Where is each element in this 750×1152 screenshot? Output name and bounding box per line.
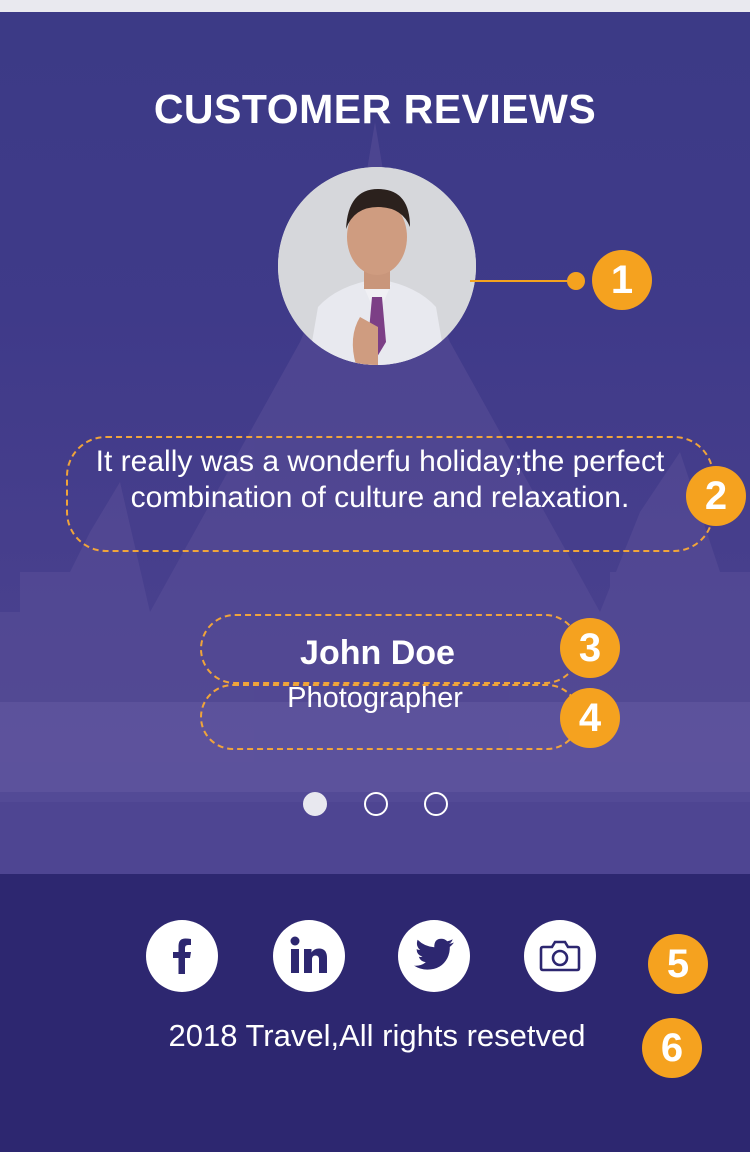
carousel-dot-2[interactable] — [364, 792, 388, 816]
copyright-text: 2018 Travel,All rights resetved — [168, 1018, 586, 1053]
camera-icon — [539, 940, 581, 972]
footer — [0, 874, 750, 1152]
reviewer-name: John Doe — [300, 634, 455, 672]
carousel-dot-3[interactable] — [424, 792, 448, 816]
reviewer-role: Photographer — [287, 682, 463, 714]
instagram-button[interactable] — [524, 920, 596, 992]
twitter-icon — [414, 938, 454, 970]
carousel-dot-1[interactable] — [303, 792, 327, 816]
twitter-button[interactable] — [398, 920, 470, 992]
callout-connector — [470, 280, 576, 282]
callout-badge-5: 5 — [648, 934, 708, 994]
top-divider — [0, 0, 750, 12]
linkedin-button[interactable] — [273, 920, 345, 992]
callout-badge-2: 2 — [686, 466, 746, 526]
review-quote: It really was a wonderfu holiday;the per… — [95, 445, 665, 514]
facebook-button[interactable] — [146, 920, 218, 992]
facebook-icon — [173, 938, 191, 974]
reviewer-avatar — [278, 167, 476, 365]
reviewer-photo — [278, 167, 476, 365]
carousel-indicators — [303, 792, 453, 816]
callout-badge-4: 4 — [560, 688, 620, 748]
linkedin-icon — [290, 936, 327, 973]
section-title: CUSTOMER REVIEWS — [153, 86, 597, 132]
callout-badge-1: 1 — [592, 250, 652, 310]
callout-connector-dot — [567, 272, 585, 290]
callout-badge-6: 6 — [642, 1018, 702, 1078]
callout-badge-3: 3 — [560, 618, 620, 678]
